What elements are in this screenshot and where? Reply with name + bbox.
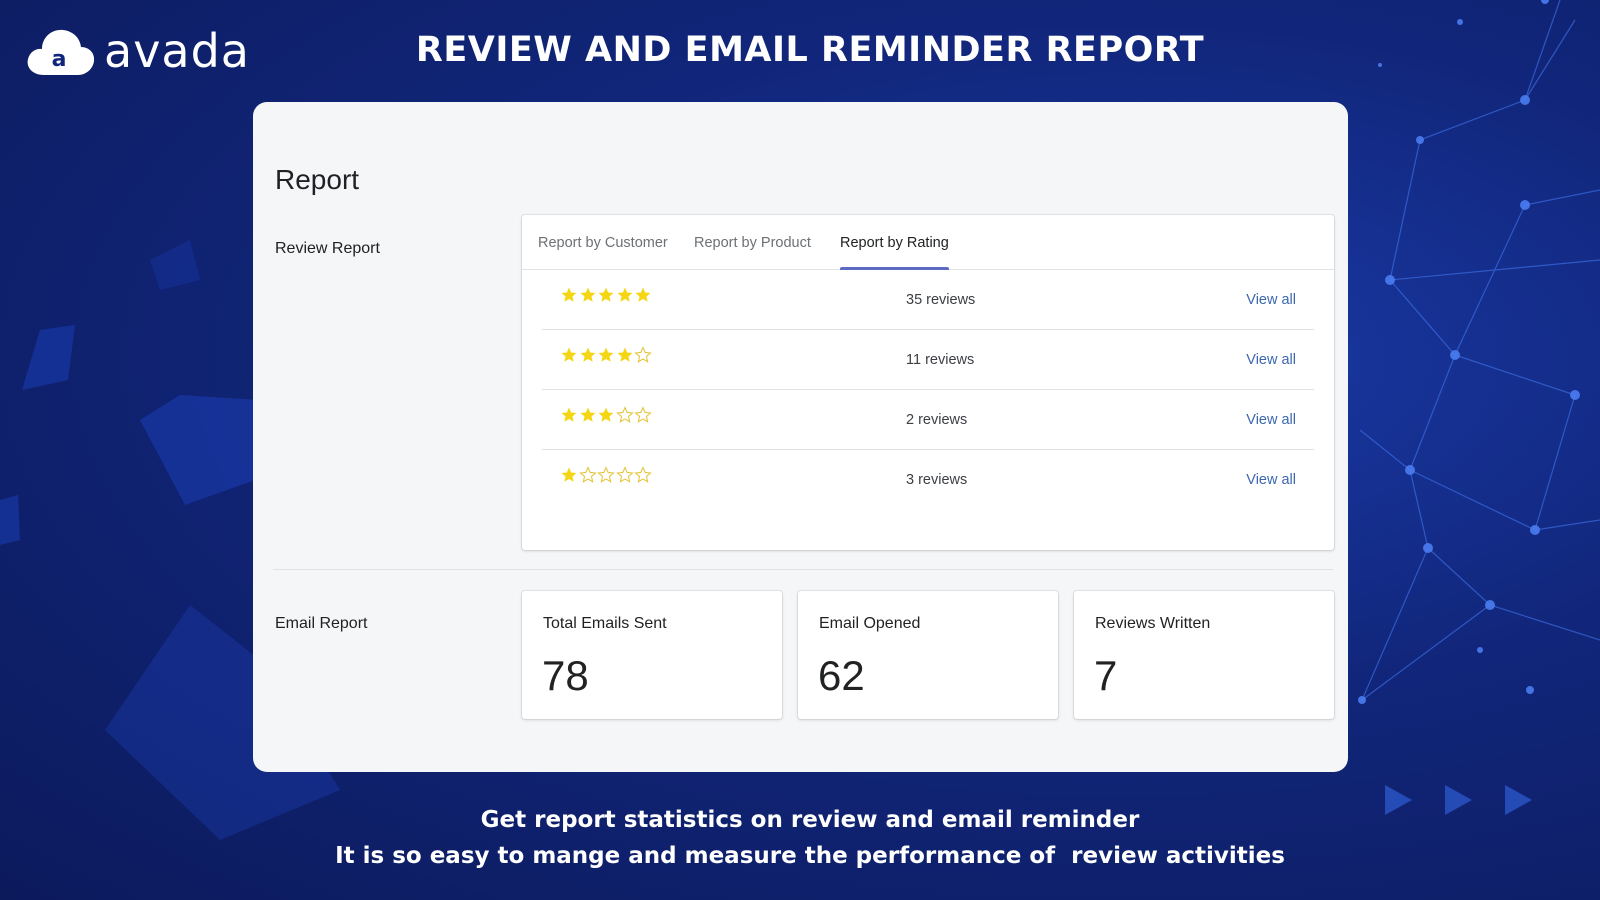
star-rating [560,286,653,308]
star-empty-icon [615,406,634,423]
star-filled-icon [561,407,577,422]
star-filled-icon [561,467,577,482]
email-report-label: Email Report [275,615,368,632]
brand-name: avada [104,24,250,78]
star-empty-icon [634,466,652,483]
review-report-label: Review Report [275,240,380,257]
stat-label: Email Opened [819,615,921,632]
star-filled-icon [598,407,614,422]
stat-value: 62 [818,652,865,699]
caption-line-2: It is so easy to mange and measure the p… [335,843,1285,869]
rating-row: 2 reviews View all [542,390,1314,450]
brand-logo: a avada [26,20,250,82]
stat-label: Total Emails Sent [543,615,667,632]
star-empty-icon [578,466,597,483]
review-count: 2 reviews [906,412,968,428]
stat-card-reviews-written: Reviews Written 7 [1074,591,1334,719]
star-filled-icon [580,407,595,422]
tab-report-by-customer[interactable]: Report by Customer [538,215,668,270]
cloud-logo-icon: a [27,29,95,75]
view-all-link[interactable]: View all [1246,412,1296,428]
rating-row: 35 reviews View all [542,270,1314,330]
star-empty-icon [634,346,652,363]
star-filled-icon [617,347,632,362]
rating-row: 11 reviews View all [542,330,1314,390]
star-empty-icon [615,466,634,483]
report-panel: Report Review Report Report by Customer … [253,102,1348,772]
view-all-link[interactable]: View all [1246,292,1296,308]
page-headline: REVIEW AND EMAIL REMINDER REPORT [415,30,1205,70]
logo-letter: a [52,47,67,72]
star-filled-icon [561,347,577,362]
star-filled-icon [561,287,577,302]
page-title: Report [275,164,360,195]
review-report-card: Report by Customer Report by Product Rep… [522,215,1334,550]
star-empty-icon [597,466,615,483]
star-rating [560,466,653,488]
star-filled-icon [580,347,595,362]
star-rating [560,346,653,368]
star-filled-icon [580,287,595,302]
star-filled-icon [598,287,614,302]
star-filled-icon [635,287,651,302]
star-rating [560,406,653,428]
stat-card-email-opened: Email Opened 62 [798,591,1058,719]
star-empty-icon [634,406,652,423]
caption-line-1: Get report statistics on review and emai… [480,807,1140,833]
stat-value: 7 [1094,652,1118,699]
tab-report-by-product[interactable]: Report by Product [694,215,811,270]
stat-card-total-emails-sent: Total Emails Sent 78 [522,591,782,719]
review-count: 35 reviews [906,292,976,308]
star-filled-icon [598,347,614,362]
review-count: 3 reviews [906,472,968,488]
view-all-link[interactable]: View all [1246,472,1296,488]
stat-label: Reviews Written [1095,615,1211,632]
stat-value: 78 [542,652,589,699]
view-all-link[interactable]: View all [1246,352,1296,368]
review-count: 11 reviews [906,352,975,368]
tab-report-by-rating[interactable]: Report by Rating [840,215,949,270]
rating-row: 3 reviews View all [542,450,1314,510]
section-divider [273,569,1333,570]
star-filled-icon [617,287,632,302]
report-tabs: Report by Customer Report by Product Rep… [522,215,1334,270]
